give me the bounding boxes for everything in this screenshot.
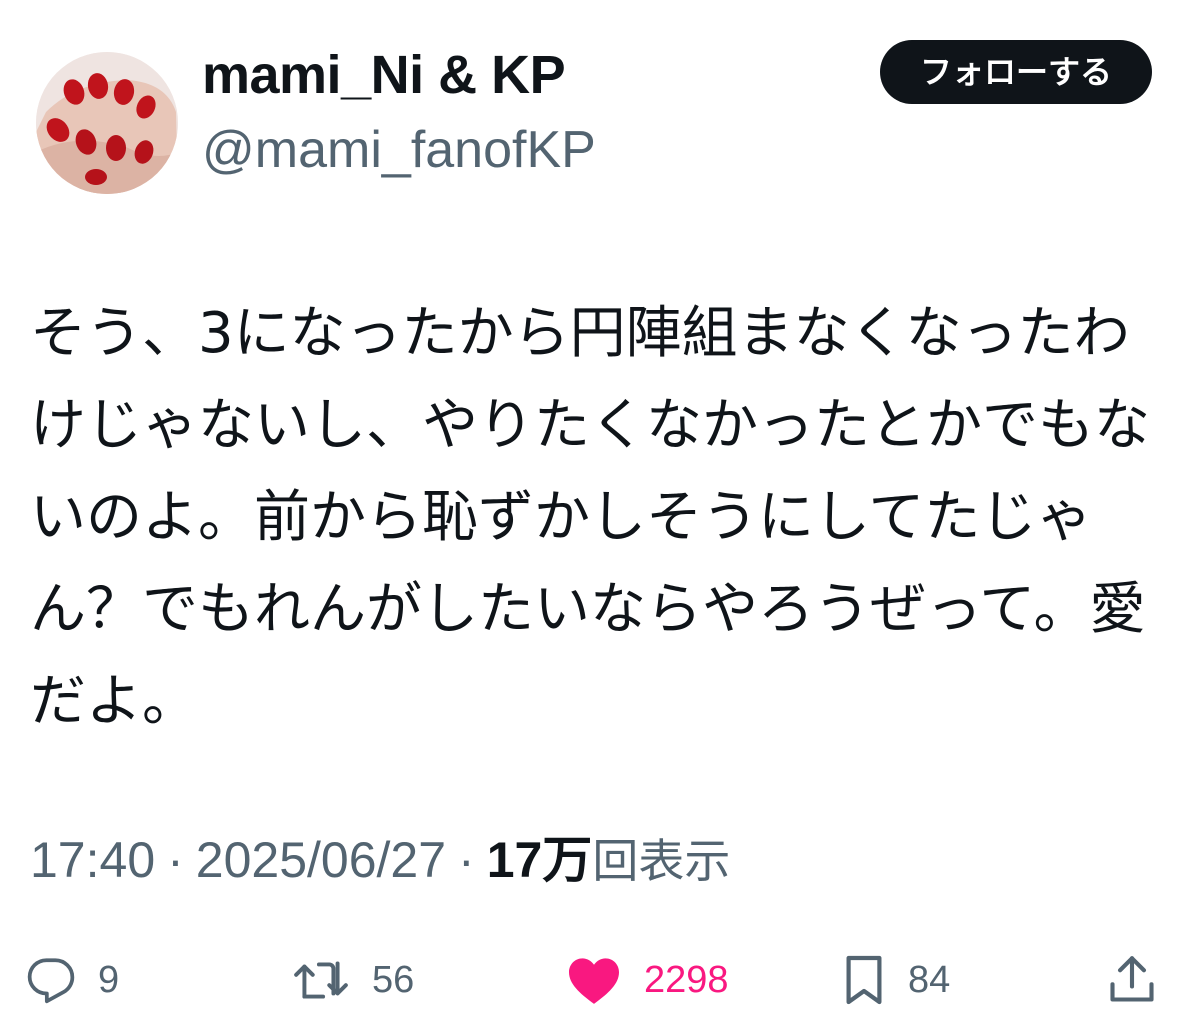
tweet-meta: 17:40 · 2025/06/27 · 17万回表示	[30, 828, 730, 893]
retweet-icon	[294, 961, 348, 999]
reply-count: 9	[98, 958, 120, 1001]
tweet-actions: 9 56 2298 84	[0, 940, 1200, 1020]
retweet-count: 56	[372, 958, 415, 1001]
like-count: 2298	[644, 958, 729, 1001]
views-count: 17万	[486, 832, 593, 888]
tweet-text: そう、3になったから円陣組まなくなったわけじゃないし、やりたくなかったとかでもな…	[30, 301, 1150, 734]
meta-separator: ·	[167, 832, 184, 888]
like-button[interactable]: 2298	[566, 940, 729, 1020]
author-handle[interactable]: @mami_fanofKP	[202, 120, 596, 180]
avatar-nails-image	[36, 52, 178, 194]
meta-separator: ·	[458, 832, 475, 888]
heart-icon	[569, 958, 619, 1004]
bookmark-count: 84	[908, 958, 951, 1001]
tweet-time[interactable]: 17:40	[30, 832, 155, 888]
bookmark-button[interactable]: 84	[842, 940, 950, 1020]
share-button[interactable]	[1108, 940, 1156, 1020]
views-label: 回表示	[592, 834, 731, 888]
bookmark-icon	[846, 955, 882, 1005]
author-display-name[interactable]: mami_Ni & KP	[202, 44, 566, 106]
reply-icon	[27, 958, 75, 1004]
author-avatar[interactable]	[36, 52, 178, 194]
tweet-card: mami_Ni & KP @mami_fanofKP フォローする そう、3にな…	[0, 0, 1200, 1032]
tweet-date[interactable]: 2025/06/27	[196, 832, 446, 888]
follow-button[interactable]: フォローする	[880, 40, 1152, 104]
retweet-button[interactable]: 56	[292, 940, 414, 1020]
reply-button[interactable]: 9	[26, 940, 119, 1020]
share-icon	[1110, 956, 1154, 1002]
